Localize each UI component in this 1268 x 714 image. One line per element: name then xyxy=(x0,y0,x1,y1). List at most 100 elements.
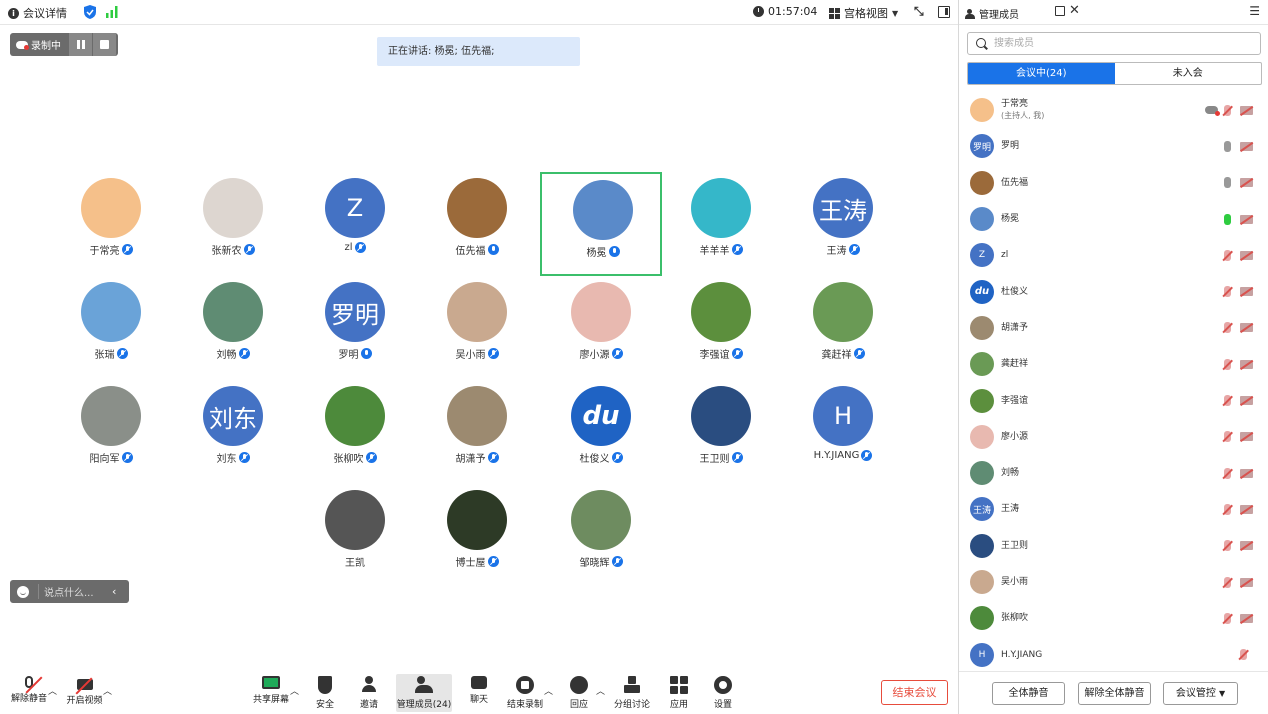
mic-muted-icon[interactable] xyxy=(1224,612,1231,624)
participant-row[interactable]: 于常亮 (主持人, 我) xyxy=(959,92,1268,128)
fullscreen-icon[interactable]: ⤡ xyxy=(914,5,927,18)
view-mode-dropdown[interactable]: 宫格视图 ▼ xyxy=(829,5,898,21)
security-button[interactable]: 安全 xyxy=(306,674,344,712)
react-button[interactable]: 回应 xyxy=(560,674,598,712)
manage-members-button[interactable]: 管理成员(24) xyxy=(396,674,452,712)
audio-options-chevron-icon[interactable]: ︿ xyxy=(48,684,57,697)
mic-icon[interactable] xyxy=(1224,213,1231,225)
camera-off-icon[interactable] xyxy=(1240,577,1253,587)
end-meeting-button[interactable]: 结束会议 xyxy=(881,680,948,705)
mic-muted-icon[interactable] xyxy=(1224,540,1231,552)
video-options-chevron-icon[interactable]: ︿ xyxy=(103,684,112,697)
mic-muted-icon[interactable] xyxy=(1224,576,1231,588)
mic-muted-icon[interactable] xyxy=(1224,104,1231,116)
unmute-button[interactable]: 解除静音 xyxy=(8,674,50,712)
video-tile[interactable]: H H.Y.JIANG xyxy=(782,380,904,484)
invite-button[interactable]: 邀请 xyxy=(350,674,388,712)
mic-muted-icon[interactable] xyxy=(1224,358,1231,370)
collapse-chevron-icon[interactable]: ‹ xyxy=(112,585,116,598)
video-tile[interactable]: 罗明 罗明 xyxy=(294,276,416,380)
participant-row[interactable]: 刘畅 xyxy=(959,455,1268,491)
participant-row[interactable]: 王涛 王涛 xyxy=(959,491,1268,527)
chat-button[interactable]: 聊天 xyxy=(460,674,498,712)
camera-off-icon[interactable] xyxy=(1240,468,1253,478)
participant-row[interactable]: 罗明 罗明 xyxy=(959,128,1268,164)
emoji-icon[interactable] xyxy=(17,585,29,598)
quick-chat-box[interactable]: 说点什么... ‹ xyxy=(10,580,129,603)
tab-in-meeting[interactable]: 会议中(24) xyxy=(968,63,1115,84)
video-tile[interactable]: 张瑞 xyxy=(50,276,172,380)
camera-off-icon[interactable] xyxy=(1240,178,1253,188)
video-tile[interactable]: 胡潇予 xyxy=(416,380,538,484)
camera-off-icon[interactable] xyxy=(1240,141,1253,151)
participant-row[interactable]: 张柳吹 xyxy=(959,600,1268,636)
video-tile[interactable]: 邹晓辉 xyxy=(540,484,662,588)
share-screen-button[interactable]: 共享屏幕 xyxy=(250,674,292,712)
camera-off-icon[interactable] xyxy=(1240,504,1253,514)
unmute-all-button[interactable]: 解除全体静音 xyxy=(1078,682,1151,705)
video-tile[interactable]: du 杜俊义 xyxy=(540,380,662,484)
camera-off-icon[interactable] xyxy=(1240,105,1253,115)
apps-button[interactable]: 应用 xyxy=(660,674,698,712)
video-tile[interactable]: 廖小源 xyxy=(540,276,662,380)
react-options-chevron-icon[interactable]: ︿ xyxy=(596,684,605,697)
video-tile[interactable]: 刘畅 xyxy=(172,276,294,380)
mute-all-button[interactable]: 全体静音 xyxy=(992,682,1065,705)
pause-recording-button[interactable] xyxy=(68,33,92,56)
camera-off-icon[interactable] xyxy=(1240,396,1253,406)
mic-muted-icon[interactable] xyxy=(1224,395,1231,407)
mic-muted-icon[interactable] xyxy=(1224,467,1231,479)
camera-off-icon[interactable] xyxy=(1240,613,1253,623)
participant-row[interactable]: 王卫则 xyxy=(959,528,1268,564)
start-video-button[interactable]: 开启视频 xyxy=(62,674,107,712)
mic-muted-icon[interactable] xyxy=(1240,649,1247,661)
mic-muted-icon[interactable] xyxy=(1224,503,1231,515)
participant-row[interactable]: 廖小源 xyxy=(959,419,1268,455)
video-tile[interactable]: 王卫则 xyxy=(660,380,782,484)
camera-off-icon[interactable] xyxy=(1240,287,1253,297)
camera-off-icon[interactable] xyxy=(1240,250,1253,260)
video-tile[interactable]: Zzl xyxy=(294,172,416,276)
shield-icon[interactable] xyxy=(84,5,96,19)
video-tile[interactable]: 羊羊羊 xyxy=(660,172,782,276)
stop-recording-toolbar-button[interactable]: 结束录制 xyxy=(504,674,546,712)
participant-row[interactable]: H H.Y.JIANG xyxy=(959,636,1268,672)
video-tile[interactable]: 张新农 xyxy=(172,172,294,276)
mic-icon[interactable] xyxy=(1224,140,1231,152)
video-tile[interactable]: 吴小雨 xyxy=(416,276,538,380)
close-icon[interactable]: ✕ xyxy=(1069,3,1080,18)
member-search-input[interactable]: 搜索成员 xyxy=(967,32,1261,55)
signal-icon[interactable] xyxy=(106,6,118,18)
camera-off-icon[interactable] xyxy=(1240,541,1253,551)
participant-row[interactable]: du 杜俊义 xyxy=(959,273,1268,309)
mic-muted-icon[interactable] xyxy=(1224,249,1231,261)
record-options-chevron-icon[interactable]: ︿ xyxy=(544,684,553,697)
meeting-info-button[interactable]: i 会议详情 xyxy=(8,5,67,21)
camera-off-icon[interactable] xyxy=(1240,323,1253,333)
video-tile[interactable]: 王凯 xyxy=(294,484,416,588)
share-options-chevron-icon[interactable]: ︿ xyxy=(290,684,299,697)
video-tile[interactable]: 于常亮 xyxy=(50,172,172,276)
participant-row[interactable]: 李强谊 xyxy=(959,382,1268,418)
video-tile[interactable]: 龚赶祥 xyxy=(782,276,904,380)
video-tile[interactable]: 王涛 王涛 xyxy=(782,172,904,276)
participant-row[interactable]: Zzl xyxy=(959,237,1268,273)
participant-row[interactable]: 杨冕 xyxy=(959,201,1268,237)
breakout-rooms-button[interactable]: 分组讨论 xyxy=(612,674,652,712)
video-tile[interactable]: 博士屋 xyxy=(416,484,538,588)
menu-icon[interactable]: ☰ xyxy=(1249,4,1260,18)
chat-input[interactable]: 说点什么... xyxy=(38,584,106,599)
mic-muted-icon[interactable] xyxy=(1224,286,1231,298)
participant-row[interactable]: 伍先福 xyxy=(959,165,1268,201)
video-tile[interactable]: 杨冕 xyxy=(540,172,662,276)
popout-icon[interactable] xyxy=(1055,6,1065,16)
camera-off-icon[interactable] xyxy=(1240,214,1253,224)
participant-row[interactable]: 吴小雨 xyxy=(959,564,1268,600)
video-tile[interactable]: 伍先福 xyxy=(416,172,538,276)
video-tile[interactable]: 阳向军 xyxy=(50,380,172,484)
mic-muted-icon[interactable] xyxy=(1224,322,1231,334)
participant-row[interactable]: 龚赶祥 xyxy=(959,346,1268,382)
mic-icon[interactable] xyxy=(1224,177,1231,189)
camera-off-icon[interactable] xyxy=(1240,432,1253,442)
tab-not-joined[interactable]: 未入会 xyxy=(1115,63,1262,84)
